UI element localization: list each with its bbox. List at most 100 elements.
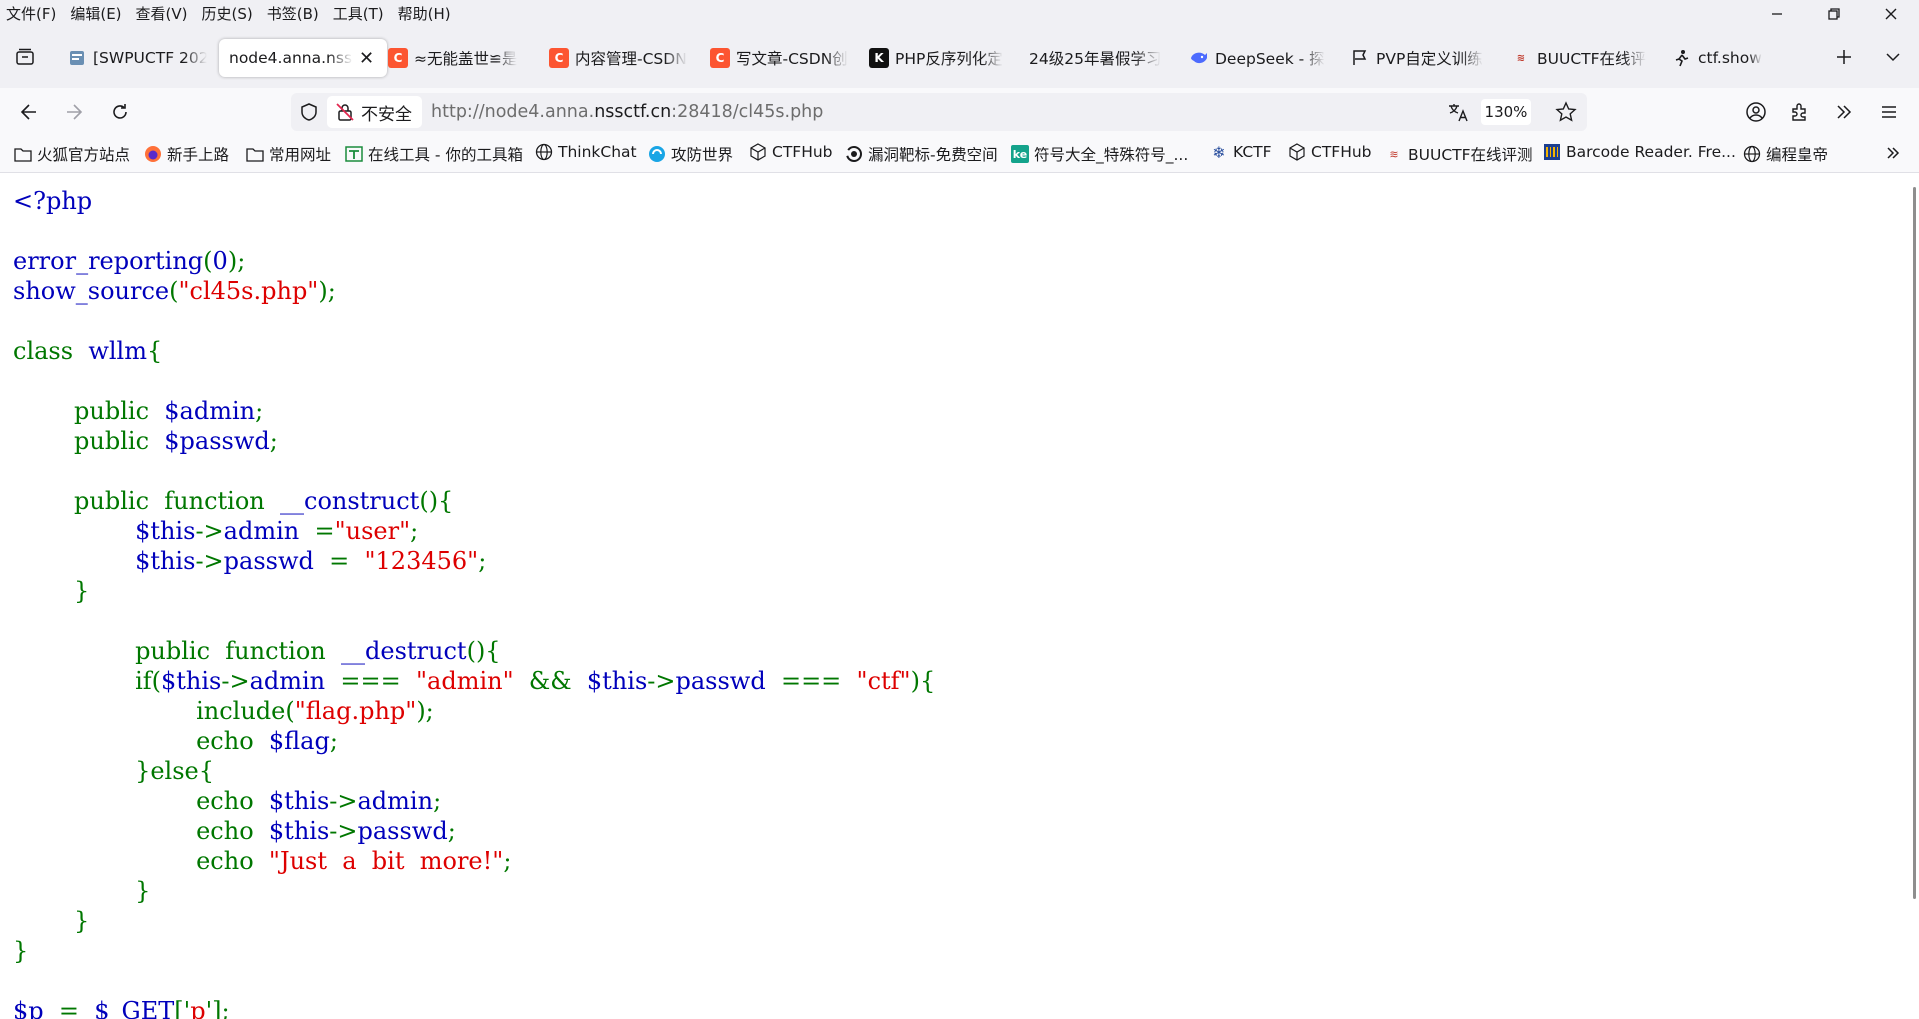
bookmark-ctfhub-1[interactable]: CTFHub	[749, 143, 833, 161]
bookmark-label: 攻防世界	[671, 146, 734, 164]
account-icon	[1746, 102, 1766, 122]
tab-deepseek[interactable]: DeepSeek - 探	[1189, 39, 1329, 77]
tab-csdn-1[interactable]: C ≈无能盖世≌是	[388, 39, 528, 77]
menu-bookmarks[interactable]: 书签(B)	[267, 3, 319, 24]
bookmark-barcode-reader[interactable]: Barcode Reader. Fre...	[1543, 143, 1736, 161]
zoom-level-button[interactable]: 130%	[1481, 99, 1531, 125]
bookmark-label: 符号大全_特殊符号_...	[1034, 146, 1189, 164]
bookmark-thinkchat[interactable]: ThinkChat	[535, 143, 637, 161]
bookmark-firefox-official[interactable]: 火狐官方站点	[14, 143, 130, 165]
tab-active-node4[interactable]: node4.anna.nssc ✕	[219, 39, 387, 77]
extensions-button[interactable]	[1784, 96, 1816, 128]
menu-tools[interactable]: 工具(T)	[333, 3, 384, 24]
bookmark-symbols[interactable]: ke 符号大全_特殊符号_...	[1011, 143, 1188, 165]
bookmark-programming-emperor[interactable]: 编程皇帝	[1743, 143, 1828, 165]
bookmarks-overflow-button[interactable]	[1884, 144, 1902, 162]
tab-php-deserialize[interactable]: K PHP反序列化定	[869, 39, 1009, 77]
shield-icon[interactable]	[299, 102, 319, 122]
code-token: ;	[503, 847, 512, 875]
menu-file[interactable]: 文件(F)	[6, 3, 56, 24]
bookmark-kctf[interactable]: ❄ KCTF	[1210, 143, 1271, 162]
more-tools-button[interactable]	[1828, 96, 1860, 128]
bookmark-label: 编程皇帝	[1766, 146, 1829, 164]
code-token: $admin	[164, 397, 256, 425]
code-token: ;	[269, 427, 278, 455]
code-token: "123456"	[364, 547, 479, 575]
close-window-button[interactable]	[1863, 0, 1919, 28]
restore-button[interactable]	[1806, 0, 1862, 28]
tab-csdn-2[interactable]: C 内容管理-CSDN	[549, 39, 689, 77]
ke-icon: ke	[1011, 145, 1029, 163]
forward-button[interactable]	[58, 96, 90, 128]
code-token: (){	[466, 637, 501, 665]
code-token: echo	[13, 727, 269, 755]
tab-label: 内容管理-CSDN	[575, 50, 687, 68]
bookmark-buuctf[interactable]: ≋ BUUCTF在线评测	[1385, 143, 1532, 165]
bookmark-getting-started[interactable]: 新手上路	[144, 143, 229, 165]
code-token: ;	[478, 547, 487, 575]
code-token: "cl45s.php"	[178, 277, 319, 305]
menu-help[interactable]: 帮助(H)	[398, 3, 451, 24]
bookmark-vuln-range[interactable]: 漏洞靶标-免费空间	[845, 143, 998, 165]
code-token: "user"	[334, 517, 411, 545]
code-line: public $admin;	[13, 396, 935, 426]
tab-label: 写文章-CSDN创	[736, 50, 848, 68]
code-token: ->	[329, 787, 358, 815]
code-line: ​	[13, 606, 935, 636]
url-bar[interactable]: 不安全 http://node4.anna.nssctf.cn:28418/cl…	[291, 93, 1587, 131]
minimize-button[interactable]	[1749, 0, 1805, 28]
bookmark-ctfhub-2[interactable]: CTFHub	[1288, 143, 1372, 161]
tab-buuctf[interactable]: ≋ BUUCTF在线评	[1511, 39, 1651, 77]
arrow-right-icon	[67, 104, 83, 120]
list-all-tabs-button[interactable]	[1877, 41, 1909, 73]
bookmark-label: ThinkChat	[558, 143, 637, 161]
cube-icon	[749, 143, 767, 161]
code-token: __destruct	[341, 637, 467, 665]
tab-csdn-3[interactable]: C 写文章-CSDN创	[710, 39, 850, 77]
translate-button[interactable]	[1447, 101, 1469, 127]
back-button[interactable]	[13, 96, 45, 128]
code-line: echo $this->passwd;	[13, 816, 935, 846]
not-secure-indicator[interactable]: 不安全	[327, 96, 422, 128]
code-token: $p	[13, 997, 59, 1019]
reload-button[interactable]	[104, 96, 136, 128]
bookmark-online-tools[interactable]: 在线工具 - 你的工具箱	[345, 143, 523, 165]
menu-view[interactable]: 查看(V)	[136, 3, 188, 24]
bookmark-label: 新手上路	[167, 146, 230, 164]
code-token: error_reporting	[13, 247, 204, 275]
code-line: show_source("cl45s.php");	[13, 276, 935, 306]
bookmark-star-button[interactable]	[1555, 101, 1577, 127]
menu-history[interactable]: 历史(S)	[202, 3, 253, 24]
menu-edit[interactable]: 编辑(E)	[70, 3, 121, 24]
bookmark-adworld[interactable]: 攻防世界	[648, 143, 733, 165]
tab-label: PHP反序列化定	[895, 50, 1003, 68]
tab-pvp[interactable]: PVP自定义训练	[1350, 39, 1490, 77]
code-token: echo	[13, 787, 269, 815]
close-tab-icon[interactable]: ✕	[359, 48, 374, 69]
code-token: passwd	[675, 667, 781, 695]
code-token: admin	[223, 517, 315, 545]
zoom-level: 130%	[1484, 103, 1528, 121]
deepseek-icon	[1189, 48, 1209, 68]
tab-overview-button[interactable]	[9, 41, 41, 73]
code-token: show_source	[13, 277, 170, 305]
bookmark-common-sites[interactable]: 常用网址	[246, 143, 331, 165]
cube-icon	[1288, 143, 1306, 161]
code-token: ['	[174, 997, 191, 1019]
code-line: class wllm{	[13, 336, 935, 366]
account-button[interactable]	[1740, 96, 1772, 128]
code-token: public function	[13, 637, 342, 665]
code-token: "flag.php"	[294, 697, 417, 725]
code-line: $this->admin ="user";	[13, 516, 935, 546]
double-chevron-right-icon	[1887, 147, 1900, 159]
new-tab-button[interactable]	[1828, 41, 1860, 73]
app-menu-button[interactable]	[1873, 96, 1905, 128]
code-line: include("flag.php");	[13, 696, 935, 726]
tab-swpuctf[interactable]: [SWPUCTF 202	[67, 39, 207, 77]
tab-summer-study[interactable]: 24级25年暑假学习	[1029, 39, 1169, 77]
url-text[interactable]: http://node4.anna.nssctf.cn:28418/cl45s.…	[431, 102, 823, 122]
tab-ctfshow[interactable]: ctf.show	[1672, 39, 1792, 77]
code-token: $passwd	[164, 427, 270, 455]
code-token: ->	[195, 517, 224, 545]
vertical-scrollbar[interactable]	[1913, 187, 1916, 899]
